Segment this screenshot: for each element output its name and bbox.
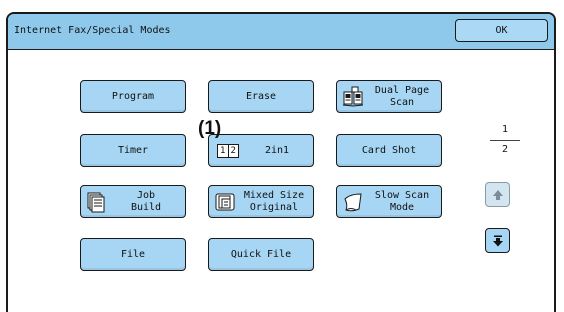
page-total: 2 <box>501 144 509 155</box>
ok-button[interactable]: OK <box>455 19 548 42</box>
program-label: Program <box>111 90 155 102</box>
callout-label: (1) <box>198 118 222 139</box>
quick-file-button[interactable]: Quick File <box>208 238 314 271</box>
dual-page-scan-label: Dual Page Scan <box>374 84 430 108</box>
quick-file-label: Quick File <box>230 248 292 260</box>
window-title: Internet Fax/Special Modes <box>14 25 171 36</box>
title-bar: Internet Fax/Special Modes OK <box>8 14 554 50</box>
2in1-label: 2in1 <box>264 144 290 156</box>
two-in-one-icon: 1 2 <box>217 144 239 158</box>
slow-scan-mode-label: Slow Scan Mode <box>374 189 430 213</box>
card-shot-label: Card Shot <box>361 144 417 156</box>
timer-button[interactable]: Timer <box>80 134 186 167</box>
scroll-up-button[interactable] <box>485 182 510 207</box>
erase-label: Erase <box>245 90 277 102</box>
program-button[interactable]: Program <box>80 80 186 113</box>
two-in-one-icon-right: 2 <box>227 145 239 157</box>
mixed-size-pages-icon <box>215 193 235 211</box>
dual-page-scan-button[interactable]: Dual Page Scan <box>336 80 442 113</box>
scroll-down-button[interactable] <box>485 228 510 253</box>
card-shot-button[interactable]: Card Shot <box>336 134 442 167</box>
two-in-one-icon-left: 1 <box>220 146 226 156</box>
mixed-size-original-label: Mixed Size Original <box>243 189 305 213</box>
job-build-label: Job Build <box>130 189 162 213</box>
slow-scan-mode-button[interactable]: Slow Scan Mode <box>336 185 442 218</box>
thin-paper-icon <box>344 193 362 212</box>
open-book-icon <box>342 86 364 107</box>
file-label: File <box>120 248 146 260</box>
mixed-size-original-button[interactable]: Mixed Size Original <box>208 185 314 218</box>
job-build-button[interactable]: Job Build <box>80 185 186 218</box>
2in1-button[interactable]: 1 2 2in1 <box>208 134 314 167</box>
arrow-up-icon <box>492 189 503 200</box>
page-current: 1 <box>501 124 509 135</box>
erase-button[interactable]: Erase <box>208 80 314 113</box>
timer-label: Timer <box>117 144 149 156</box>
arrow-down-icon <box>492 235 503 246</box>
stacked-pages-icon <box>87 192 105 213</box>
file-button[interactable]: File <box>80 238 186 271</box>
page-divider <box>490 140 520 141</box>
